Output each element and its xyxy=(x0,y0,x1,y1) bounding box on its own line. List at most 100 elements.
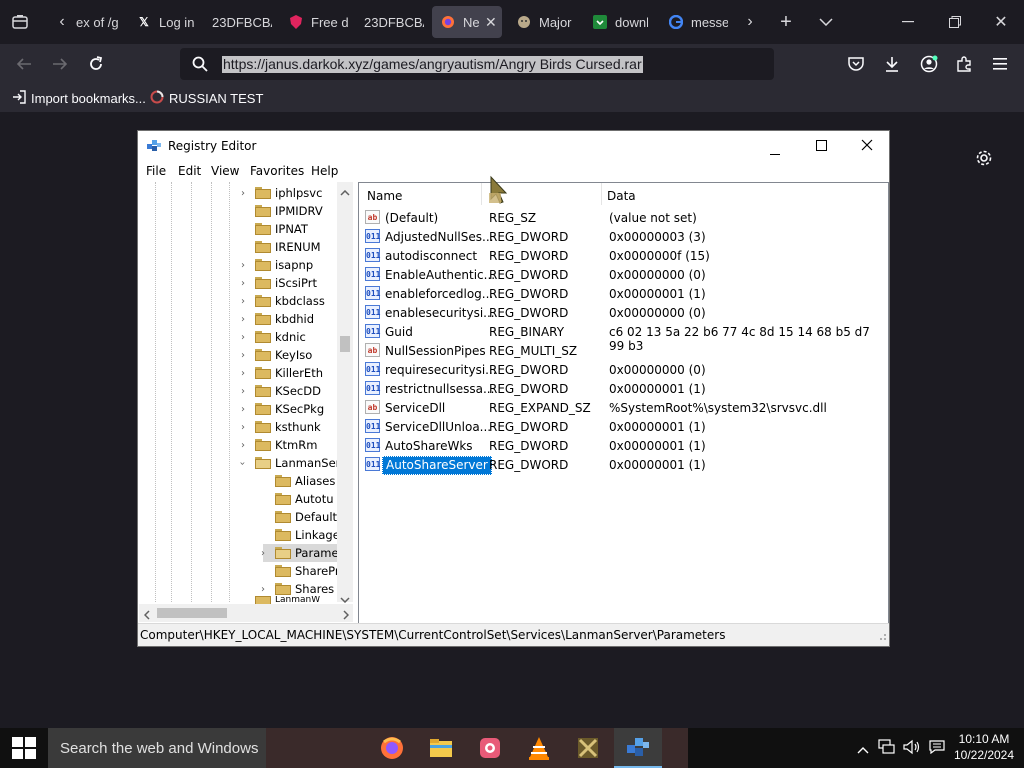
volume-icon[interactable] xyxy=(903,739,921,760)
network-icon[interactable] xyxy=(878,739,896,760)
column-divider[interactable] xyxy=(481,183,482,205)
expand-chevron-icon[interactable]: › xyxy=(241,404,245,415)
new-tab-icon[interactable]: + xyxy=(774,10,798,34)
scroll-left-icon[interactable] xyxy=(143,609,150,623)
maximize-icon[interactable] xyxy=(816,140,827,154)
tab-free-download[interactable]: Free d xyxy=(288,6,348,38)
tree-key-isapnp[interactable]: › isapnp xyxy=(241,256,313,274)
value-row[interactable]: 011 EnableAuthentic... REG_DWORD 0x00000000… xyxy=(363,266,883,285)
expand-chevron-icon[interactable]: › xyxy=(241,368,245,379)
value-row[interactable]: 011 Guid REG_BINARY c6 02 13 5a 22 b6 77 4c… xyxy=(363,323,883,353)
tabs-scroll-right-icon[interactable]: › xyxy=(738,10,762,34)
tree-key-killereth[interactable]: › KillerEth xyxy=(241,364,323,382)
value-row-selected[interactable]: 011 AutoShareServer REG_DWORD 0x00000001 (1… xyxy=(363,456,883,475)
tree-key-default[interactable]: Default xyxy=(263,508,337,526)
tree-key-iphlpsvc[interactable]: › iphlpsvc xyxy=(241,184,322,202)
menu-icon[interactable] xyxy=(988,52,1012,76)
registry-editor-taskbar-icon[interactable] xyxy=(614,728,662,768)
value-row-default[interactable]: ab (Default) REG_SZ (value not set) xyxy=(363,209,883,228)
tree-key-keyiso[interactable]: › KeyIso xyxy=(241,346,312,364)
firefox-view-icon[interactable] xyxy=(8,10,32,34)
tab-23dfbcba-2[interactable]: 23DFBCBA xyxy=(364,6,424,38)
tree-vertical-scrollbar[interactable] xyxy=(337,182,353,604)
value-name[interactable]: AutoShareServer xyxy=(382,456,492,475)
address-bar[interactable]: https://janus.darkok.xyz/games/angryauti… xyxy=(180,48,774,80)
menu-favorites[interactable]: Favorites xyxy=(250,164,304,178)
expand-chevron-icon[interactable]: › xyxy=(241,350,245,361)
scroll-up-icon[interactable] xyxy=(340,185,350,199)
vlc-icon[interactable] xyxy=(525,734,553,762)
scroll-right-icon[interactable] xyxy=(343,609,350,623)
tab-messenger[interactable]: messe xyxy=(668,6,728,38)
tree-key-lanmanworkstation[interactable]: LanmanW xyxy=(243,596,320,604)
expand-chevron-icon[interactable]: › xyxy=(241,260,245,271)
tree-key-parameters-selected[interactable]: › Parame xyxy=(261,544,339,562)
value-row[interactable]: ab NullSessionPipes REG_MULTI_SZ xyxy=(363,342,883,361)
extensions-icon[interactable] xyxy=(952,52,976,76)
tab-23dfbcba-1[interactable]: 23DFBCBA xyxy=(212,6,272,38)
back-icon[interactable] xyxy=(12,52,36,76)
pocket-icon[interactable] xyxy=(844,52,868,76)
tabs-scroll-left-icon[interactable]: ‹ xyxy=(50,10,74,34)
expand-chevron-icon[interactable]: › xyxy=(241,332,245,343)
account-icon[interactable] xyxy=(917,52,941,76)
value-row[interactable]: 011 ServiceDllUnloa... REG_DWORD 0x00000001… xyxy=(363,418,883,437)
tree-key-iscsiprt[interactable]: › iScsiPrt xyxy=(241,274,317,292)
resize-grip-icon[interactable] xyxy=(877,630,887,644)
tab-new-tab[interactable]: Ne ✕ xyxy=(432,6,502,38)
list-all-tabs-icon[interactable] xyxy=(814,10,838,34)
firefox-taskbar-icon[interactable] xyxy=(378,734,406,762)
tab-major[interactable]: Major xyxy=(516,6,576,38)
tab-x-login[interactable]: 𝕏 Log in xyxy=(136,6,196,38)
menu-edit[interactable]: Edit xyxy=(178,164,201,178)
minimize-icon[interactable] xyxy=(896,10,920,34)
downloads-icon[interactable] xyxy=(880,52,904,76)
expand-chevron-icon[interactable]: › xyxy=(241,386,245,397)
tree-key-ksecdd[interactable]: › KSecDD xyxy=(241,382,321,400)
column-header-name[interactable]: Name xyxy=(367,189,402,203)
expand-chevron-icon[interactable]: › xyxy=(261,584,265,595)
menu-file[interactable]: File xyxy=(146,164,166,178)
bookmark-russian-test[interactable]: RUSSIAN TEST xyxy=(150,90,263,107)
column-header-data[interactable]: Data xyxy=(607,189,636,203)
scroll-thumb[interactable] xyxy=(157,608,227,618)
tree-key-ktmrm[interactable]: › KtmRm xyxy=(241,436,317,454)
taskbar-search-box[interactable]: Search the web and Windows xyxy=(48,728,266,768)
value-row[interactable]: 011 enablesecuritysi... REG_DWORD 0x0000000… xyxy=(363,304,883,323)
tree-key-ksthunk[interactable]: › ksthunk xyxy=(241,418,321,436)
tree-key-shareproviders[interactable]: SharePr xyxy=(263,562,340,580)
expand-chevron-icon[interactable]: › xyxy=(241,296,245,307)
value-row[interactable]: ab ServiceDll REG_EXPAND_SZ %SystemRoot%\sy… xyxy=(363,399,883,418)
tab-index-of[interactable]: ex of /g xyxy=(76,6,120,38)
value-row[interactable]: 011 requiresecuritysi... REG_DWORD 0x000000… xyxy=(363,361,883,380)
value-row[interactable]: 011 AutoShareWks REG_DWORD 0x00000001 (1) xyxy=(363,437,883,456)
reload-icon[interactable] xyxy=(84,52,108,76)
minimize-icon[interactable] xyxy=(770,145,780,159)
start-button[interactable] xyxy=(0,728,48,768)
tree-key-autotuned[interactable]: Autotu xyxy=(263,490,334,508)
value-row[interactable]: 011 autodisconnect REG_DWORD 0x0000000f (15… xyxy=(363,247,883,266)
tab-download[interactable]: downl xyxy=(592,6,648,38)
close-icon[interactable] xyxy=(861,139,873,154)
import-bookmarks-button[interactable]: Import bookmarks... xyxy=(12,90,146,107)
action-center-icon[interactable] xyxy=(929,740,945,759)
show-hidden-icons-icon[interactable] xyxy=(857,741,869,759)
expand-chevron-icon[interactable]: › xyxy=(261,548,265,559)
url-text[interactable]: https://janus.darkok.xyz/games/angryauti… xyxy=(222,56,643,73)
expand-chevron-icon[interactable]: › xyxy=(241,278,245,289)
expand-chevron-icon[interactable]: › xyxy=(241,422,245,433)
tree-key-linkage[interactable]: Linkage xyxy=(263,526,340,544)
menu-view[interactable]: View xyxy=(211,164,239,178)
forward-icon[interactable] xyxy=(48,52,72,76)
close-tab-icon[interactable]: ✕ xyxy=(485,14,497,31)
clock[interactable]: 10:10 AM 10/22/2024 xyxy=(948,731,1020,763)
window-title-bar[interactable]: Registry Editor xyxy=(138,131,889,161)
tree-key-ksecpkg[interactable]: › KSecPkg xyxy=(241,400,324,418)
file-explorer-icon[interactable] xyxy=(427,734,455,762)
restore-icon[interactable] xyxy=(943,10,967,34)
collapse-chevron-icon[interactable]: › xyxy=(237,461,248,465)
game-app-icon[interactable] xyxy=(574,734,602,762)
tree-key-ipnat[interactable]: IPNAT xyxy=(243,220,308,238)
scroll-thumb[interactable] xyxy=(340,336,350,352)
value-row[interactable]: 011 enableforcedlog... REG_DWORD 0x00000001… xyxy=(363,285,883,304)
